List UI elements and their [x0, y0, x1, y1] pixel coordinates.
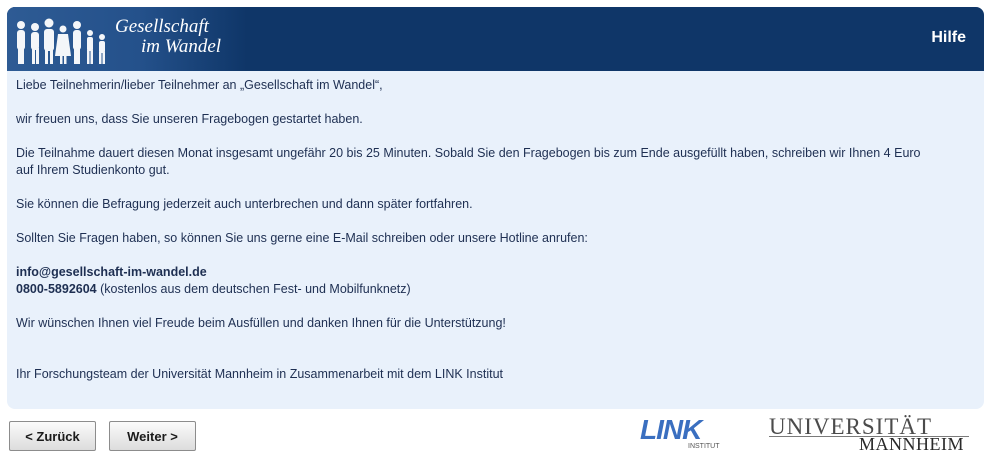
people-silhouettes-icon: [17, 18, 105, 64]
greeting-text: Liebe Teilnehmerin/lieber Teilnehmer an …: [16, 78, 383, 92]
wishes-paragraph: Wir wünschen Ihnen viel Freude beim Ausf…: [16, 316, 506, 330]
brand-title-line1: Gesellschaft: [115, 16, 209, 37]
next-button[interactable]: Weiter >: [109, 421, 196, 451]
signature-paragraph: Ihr Forschungsteam der Universität Mannh…: [16, 367, 503, 381]
brand-title: Gesellschaft im Wandel: [115, 17, 221, 57]
hotline-line: 0800-5892604 (kostenlos aus dem deutsche…: [16, 281, 966, 298]
contact-email: info@gesellschaft-im-wandel.de: [16, 265, 207, 279]
link-logo-text: LINK: [640, 415, 704, 445]
intro-paragraph: wir freuen uns, dass Sie unseren Fragebo…: [16, 112, 363, 126]
back-button[interactable]: < Zurück: [9, 421, 96, 451]
hotline-number: 0800-5892604: [16, 282, 97, 296]
questions-paragraph: Sollten Sie Fragen haben, so können Sie …: [16, 231, 588, 245]
hotline-note: (kostenlos aus dem deutschen Fest- und M…: [96, 282, 411, 296]
brand-title-line2: im Wandel: [141, 36, 222, 57]
brand-logo: Gesellschaft im Wandel: [7, 7, 247, 71]
duration-line2: auf Ihrem Studienkonto gut.: [16, 163, 170, 177]
pause-paragraph: Sie können die Befragung jederzeit auch …: [16, 197, 473, 211]
duration-line1: Die Teilnahme dauert diesen Monat insges…: [16, 146, 921, 160]
link-logo-sub: INSTITUT: [688, 443, 720, 450]
uni-logo-bottom: MANNHEIM: [859, 434, 964, 454]
university-mannheim-logo: UNIVERSITÄT MANNHEIM: [769, 414, 969, 454]
help-link[interactable]: Hilfe: [931, 29, 966, 47]
intro-text: Liebe Teilnehmerin/lieber Teilnehmer an …: [16, 77, 966, 383]
header-bar: Gesellschaft im Wandel Hilfe: [7, 7, 984, 71]
link-institut-logo: LINK INSTITUT: [640, 415, 720, 450]
main-panel: Gesellschaft im Wandel Hilfe Liebe Teiln…: [7, 7, 984, 409]
